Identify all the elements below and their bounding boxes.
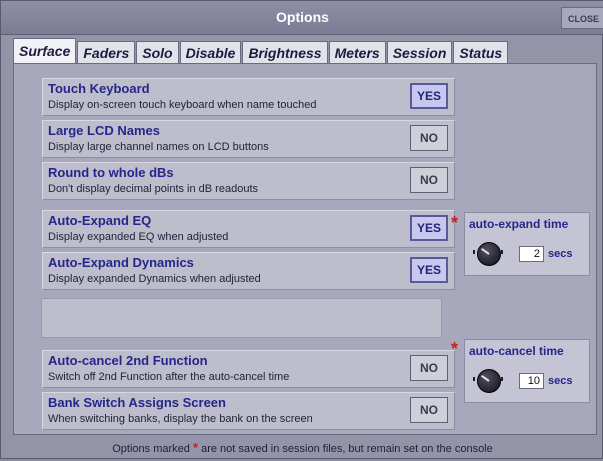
close-button[interactable]: CLOSE — [561, 7, 603, 29]
large-lcd-names-toggle[interactable]: NO — [410, 125, 448, 151]
option-description: Switch off 2nd Function after the auto-c… — [48, 371, 290, 383]
knob-pointer — [481, 375, 490, 382]
auto-cancel-time-value[interactable]: 10 — [519, 373, 544, 389]
auto-expand-time-value[interactable]: 2 — [519, 246, 544, 262]
footer-text-after: are not saved in session files, but rema… — [201, 443, 493, 455]
touch-keyboard-toggle[interactable]: YES — [410, 83, 448, 109]
tab-session[interactable]: Session — [386, 41, 453, 63]
option-title: Large LCD Names — [48, 123, 160, 138]
footer-marker: * — [192, 440, 199, 455]
auto-expand-eq-toggle[interactable]: YES — [410, 215, 448, 241]
knob-pointer — [481, 248, 490, 255]
option-description: Don't display decimal points in dB reado… — [48, 183, 258, 195]
option-large-lcd-names: Large LCD Names Display large channel na… — [42, 120, 455, 158]
option-title: Bank Switch Assigns Screen — [48, 395, 226, 410]
option-auto-cancel-2nd-function: Auto-cancel 2nd Function Switch off 2nd … — [42, 350, 455, 388]
auto-cancel-time-unit: secs — [548, 375, 573, 387]
option-title: Auto-cancel 2nd Function — [48, 353, 208, 368]
option-touch-keyboard: Touch Keyboard Display on-screen touch k… — [42, 78, 455, 116]
tab-disable[interactable]: Disable — [179, 41, 242, 63]
rotary-knob-icon[interactable] — [477, 242, 501, 266]
option-description: Display expanded Dynamics when adjusted — [48, 273, 261, 285]
bank-switch-assigns-screen-toggle[interactable]: NO — [410, 397, 448, 423]
knob-tick — [473, 250, 475, 254]
option-description: Display expanded EQ when adjusted — [48, 231, 229, 243]
tab-bar: Surface Faders Solo Disable Brightness M… — [13, 38, 509, 63]
option-title: Auto-Expand EQ — [48, 213, 152, 228]
tab-brightness[interactable]: Brightness — [242, 41, 328, 63]
unsaved-marker-auto-expand: * — [451, 213, 459, 233]
option-title: Touch Keyboard — [48, 81, 150, 96]
footer-note: Options marked * are not saved in sessio… — [1, 436, 603, 460]
option-auto-expand-dynamics: Auto-Expand Dynamics Display expanded Dy… — [42, 252, 455, 290]
tab-solo[interactable]: Solo — [136, 41, 179, 63]
tab-meters[interactable]: Meters — [328, 41, 386, 63]
option-bank-switch-assigns-screen: Bank Switch Assigns Screen When switchin… — [42, 392, 455, 430]
tab-surface[interactable]: Surface — [13, 38, 77, 63]
footer-text-before: Options marked — [112, 443, 190, 455]
options-window: Options CLOSE Surface Faders Solo Disabl… — [0, 0, 603, 459]
option-title: Round to whole dBs — [48, 165, 174, 180]
option-title: Auto-Expand Dynamics — [48, 255, 194, 270]
option-round-whole-dbs: Round to whole dBs Don't display decimal… — [42, 162, 455, 200]
tab-status[interactable]: Status — [453, 41, 509, 63]
unsaved-marker-auto-cancel: * — [451, 339, 459, 359]
knob-tick — [501, 377, 503, 381]
knob-tick — [473, 377, 475, 381]
auto-expand-time-unit: secs — [548, 248, 573, 260]
tab-faders[interactable]: Faders — [77, 41, 136, 63]
rotary-knob-icon[interactable] — [477, 369, 501, 393]
auto-expand-time-label: auto-expand time — [469, 217, 569, 231]
auto-cancel-2nd-function-toggle[interactable]: NO — [410, 355, 448, 381]
option-description: Display large channel names on LCD butto… — [48, 141, 269, 153]
option-auto-expand-eq: Auto-Expand EQ Display expanded EQ when … — [42, 210, 455, 248]
auto-cancel-time-label: auto-cancel time — [469, 344, 564, 358]
empty-option-slot — [41, 298, 442, 338]
round-whole-dbs-toggle[interactable]: NO — [410, 167, 448, 193]
auto-expand-time-box: auto-expand time 2 secs — [464, 212, 590, 276]
auto-expand-dynamics-toggle[interactable]: YES — [410, 257, 448, 283]
option-description: Display on-screen touch keyboard when na… — [48, 99, 317, 111]
option-description: When switching banks, display the bank o… — [48, 413, 313, 425]
auto-cancel-time-box: auto-cancel time 10 secs — [464, 339, 590, 403]
title-bar: Options CLOSE — [1, 1, 603, 35]
window-title: Options — [276, 9, 329, 25]
knob-tick — [501, 250, 503, 254]
